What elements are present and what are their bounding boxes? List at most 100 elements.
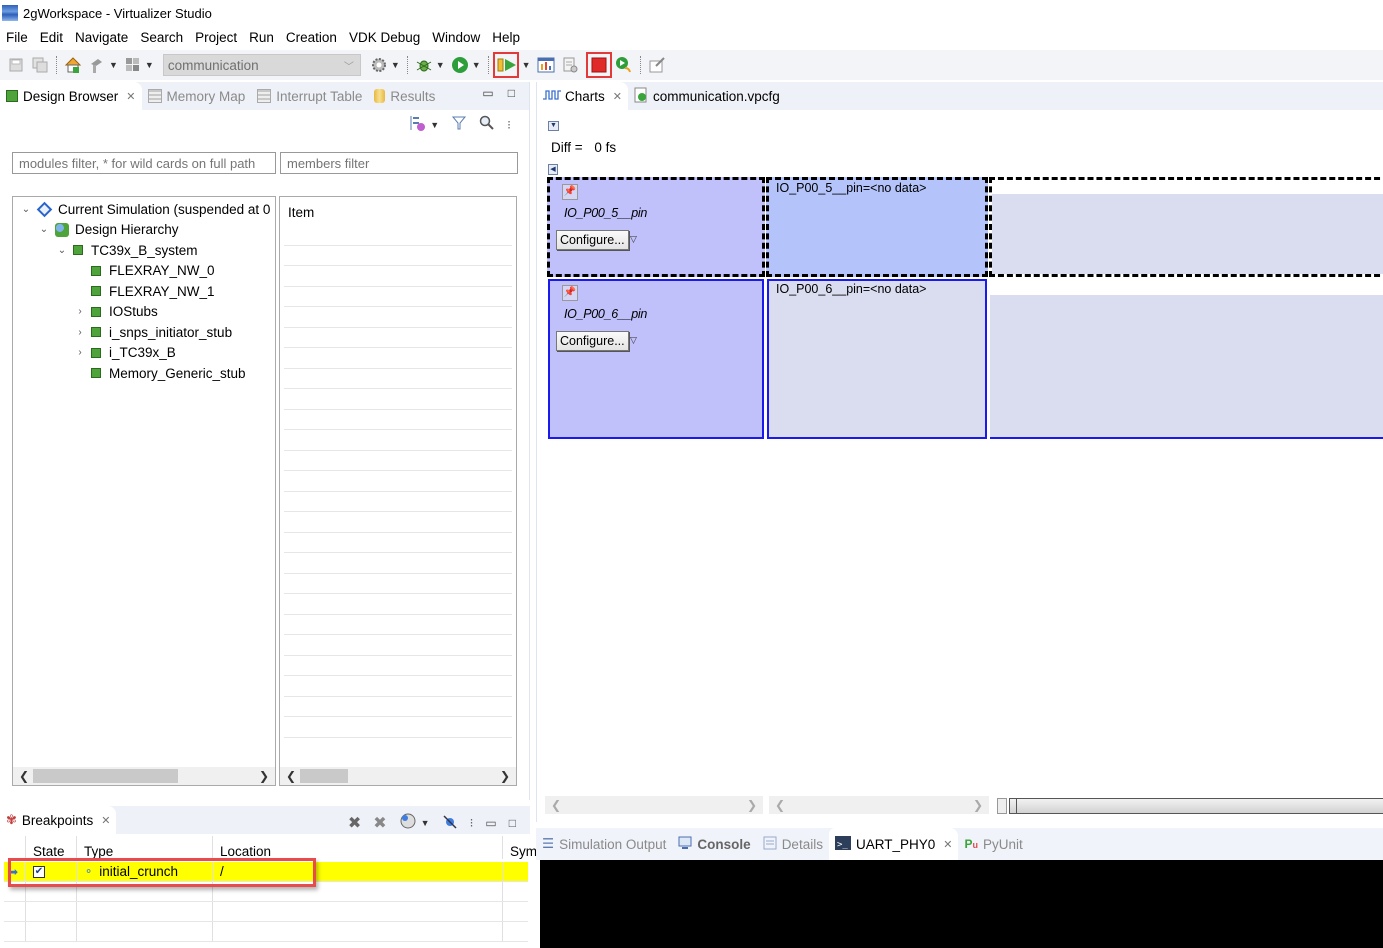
pin-icon[interactable]: 📌 — [562, 285, 578, 301]
view-menu-icon[interactable]: ⁝ — [507, 119, 511, 131]
tree-item-tc39x-b-system[interactable]: ⌄ TC39x_B_system — [13, 240, 275, 261]
run-dropdown-icon[interactable]: ▼ — [472, 60, 481, 70]
breakpoint-enabled-checkbox[interactable]: ✔ — [33, 865, 45, 878]
chevron-right-icon[interactable]: › — [73, 347, 87, 358]
scroll-left-icon[interactable]: ❮ — [286, 769, 296, 783]
script-icon[interactable] — [560, 55, 580, 75]
names-scrollbar[interactable]: ❮ ❯ — [545, 796, 763, 814]
members-filter-input[interactable] — [280, 152, 518, 174]
tree-item-memory-generic-stub[interactable]: Memory_Generic_stub — [13, 363, 275, 384]
close-icon[interactable]: ✕ — [101, 814, 110, 827]
tab-breakpoints[interactable]: ✾ Breakpoints ✕ — [0, 806, 117, 834]
remove-breakpoint-icon[interactable]: ✖ — [348, 813, 361, 833]
search-icon[interactable] — [479, 115, 495, 135]
scroll-thumb[interactable] — [33, 769, 178, 783]
menu-edit[interactable]: Edit — [34, 30, 69, 45]
members-column-item[interactable]: Item — [280, 197, 516, 225]
breakpoint-row[interactable]: ➡ ✔ ⚬ initial_crunch / — [4, 862, 528, 882]
stop-icon[interactable] — [589, 55, 609, 75]
time-slider[interactable] — [1009, 798, 1383, 814]
settings-dropdown-icon[interactable]: ▼ — [391, 60, 400, 70]
hammer-dropdown-icon[interactable]: ▼ — [109, 60, 118, 70]
tab-uart-phy0[interactable]: >_ UART_PHY0 ✕ — [828, 828, 959, 860]
launch-config-select[interactable]: communication ﹀ — [162, 54, 361, 76]
tab-design-browser[interactable]: Design Browser ✕ — [0, 82, 142, 110]
save-all-icon[interactable] — [30, 55, 50, 75]
tab-pyunit[interactable]: Pu PyUnit — [958, 828, 1028, 860]
filter-icon[interactable] — [451, 115, 467, 135]
tree-item-i-snps-initiator-stub[interactable]: › i_snps_initiator_stub — [13, 322, 275, 343]
column-location[interactable]: Location — [213, 836, 503, 859]
link-breakpoint-icon[interactable] — [399, 812, 417, 833]
skip-breakpoints-icon[interactable] — [442, 813, 458, 832]
tab-simulation-output[interactable]: ☰ Simulation Output — [536, 828, 672, 860]
chevron-right-icon[interactable]: › — [73, 306, 87, 317]
minimize-icon[interactable]: ▭ — [485, 816, 496, 830]
debug-bug-icon[interactable] — [414, 55, 434, 75]
hammer-icon[interactable] — [87, 55, 107, 75]
tree-view-icon[interactable] — [408, 114, 426, 136]
settings-gear-icon[interactable] — [369, 55, 389, 75]
uart-terminal-output[interactable] — [540, 860, 1383, 948]
chevron-down-icon[interactable]: ⌄ — [55, 245, 69, 256]
run-icon[interactable] — [450, 55, 470, 75]
signal-value-cell[interactable]: IO_P00_5__pin=<no data> — [766, 177, 988, 277]
view-menu-icon[interactable]: ⁝ — [470, 816, 474, 830]
tree-item-design-hierarchy[interactable]: ⌄ Design Hierarchy — [13, 220, 275, 241]
breakpoints-dropdown-icon[interactable]: ▼ — [421, 818, 430, 828]
menu-creation[interactable]: Creation — [280, 30, 343, 45]
modules-filter-input[interactable] — [12, 152, 276, 174]
tab-communication-vpcfg[interactable]: communication.vpcfg — [628, 82, 786, 110]
configure-dropdown-icon[interactable]: ▽ — [630, 335, 637, 346]
debug-dropdown-icon[interactable]: ▼ — [436, 60, 445, 70]
menu-help[interactable]: Help — [486, 30, 526, 45]
menu-window[interactable]: Window — [426, 30, 486, 45]
signal-name-cell[interactable]: 📌 IO_P00_5__pin Configure... ▽ — [547, 177, 765, 277]
signal-waveform-cell[interactable] — [989, 177, 1383, 277]
chevron-right-icon[interactable]: › — [73, 327, 87, 338]
maximize-icon[interactable]: □ — [508, 86, 515, 100]
column-marker[interactable] — [4, 836, 26, 859]
tree-item-flexray-nw-1[interactable]: FLEXRAY_NW_1 — [13, 281, 275, 302]
maximize-icon[interactable]: □ — [509, 816, 516, 830]
resume-icon[interactable] — [496, 55, 516, 75]
menu-file[interactable]: File — [0, 30, 34, 45]
values-scrollbar[interactable]: ❮ ❯ — [769, 796, 989, 814]
scroll-right-icon[interactable]: ❯ — [259, 769, 269, 783]
tab-interrupt-table[interactable]: Interrupt Table — [251, 82, 368, 110]
menu-vdk-debug[interactable]: VDK Debug — [343, 30, 426, 45]
time-slider-thumb[interactable] — [1011, 799, 1017, 813]
menu-search[interactable]: Search — [134, 30, 189, 45]
close-icon[interactable]: ✕ — [126, 90, 135, 103]
time-slider-start[interactable] — [997, 798, 1007, 814]
tree-item-current-simulation[interactable]: ⌄ Current Simulation (suspended at 0 — [13, 199, 275, 220]
module-dropdown-icon[interactable]: ▼ — [145, 60, 154, 70]
scroll-right-icon[interactable]: ❯ — [973, 798, 983, 812]
module-icon[interactable] — [123, 55, 143, 75]
column-type[interactable]: Type — [77, 836, 213, 859]
tree-item-i-tc39x-b[interactable]: › i_TC39x_B — [13, 343, 275, 364]
tree-item-flexray-nw-0[interactable]: FLEXRAY_NW_0 — [13, 261, 275, 282]
tree-horizontal-scrollbar[interactable]: ❮ ❯ — [13, 767, 275, 785]
menu-navigate[interactable]: Navigate — [69, 30, 134, 45]
edit-icon[interactable] — [647, 55, 667, 75]
minimize-icon[interactable]: ▭ — [482, 86, 493, 100]
signal-waveform-cell[interactable] — [990, 279, 1383, 439]
members-horizontal-scrollbar[interactable]: ❮ ❯ — [280, 767, 516, 785]
column-state[interactable]: State — [26, 836, 77, 859]
scroll-right-icon[interactable]: ❯ — [747, 798, 757, 812]
tab-charts[interactable]: Charts ✕ — [537, 82, 628, 110]
view-dropdown-icon[interactable]: ▼ — [430, 120, 439, 130]
run-link-icon[interactable] — [614, 55, 634, 75]
chevron-down-icon[interactable]: ⌄ — [37, 224, 51, 235]
signal-value-cell[interactable]: IO_P00_6__pin=<no data> — [767, 279, 987, 439]
tree-item-iostubs[interactable]: › IOStubs — [13, 302, 275, 323]
tab-console[interactable]: Console — [672, 828, 756, 860]
collapse-left-button[interactable]: ◀ — [548, 164, 558, 175]
configure-button[interactable]: Configure... — [556, 331, 629, 351]
collapse-toolbar-button[interactable]: ▼ — [548, 121, 559, 131]
scroll-left-icon[interactable]: ❮ — [551, 798, 561, 812]
tab-details[interactable]: Details — [757, 828, 829, 860]
menu-project[interactable]: Project — [189, 30, 243, 45]
chevron-down-icon[interactable]: ⌄ — [19, 204, 33, 215]
